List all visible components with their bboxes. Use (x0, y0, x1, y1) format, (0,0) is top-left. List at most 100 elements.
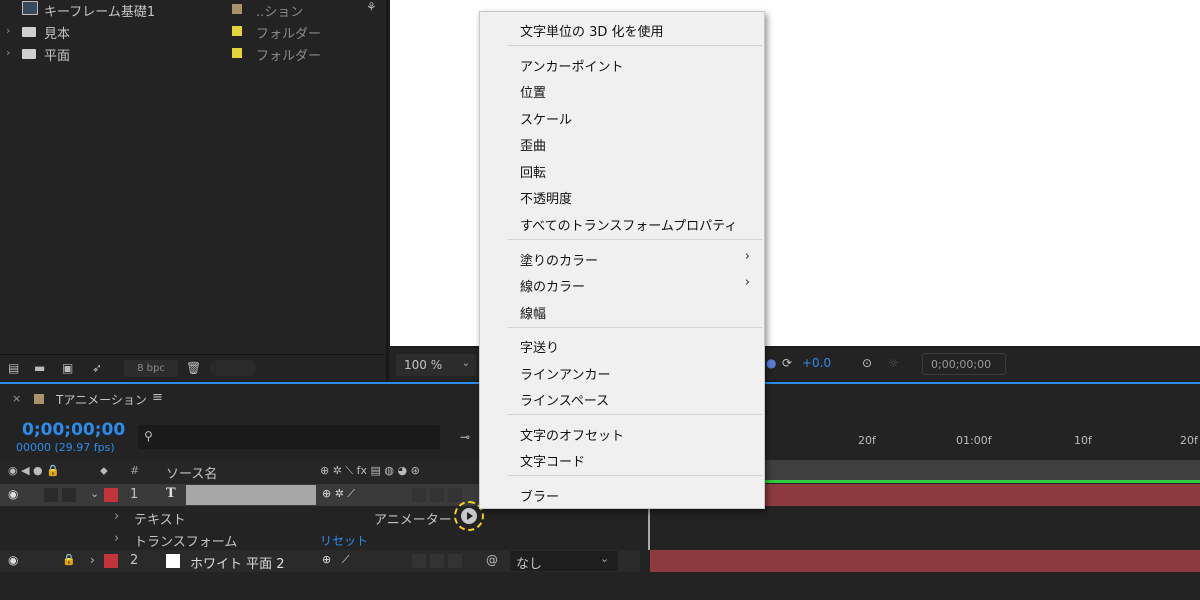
menu-item[interactable]: アンカーポイント (480, 51, 764, 76)
comp-flowchart-icon[interactable]: ⊸ (460, 430, 470, 444)
menu-item[interactable]: ラインスペース (480, 385, 764, 410)
menu-item-label: 文字のオフセット (520, 429, 625, 444)
thumbnail-slider[interactable] (210, 360, 256, 376)
zoom-dropdown[interactable]: 100 % ⌄ (396, 354, 476, 376)
project-item-folder[interactable]: › 平面 フォルダー (0, 42, 386, 64)
menu-item[interactable]: すべてのトランスフォームプロパティ (480, 210, 764, 235)
menu-item[interactable]: 不透明度 (480, 183, 764, 208)
layer-row[interactable]: ◉ 🔒 › 2 ホワイト 平面 2 ⊕ ⟋ @ なし ⌄ (0, 550, 640, 572)
menu-item-label: 線幅 (520, 307, 547, 322)
project-item-name: 見本 (44, 27, 71, 42)
folder-icon (22, 49, 36, 59)
exposure-value[interactable]: +0.0 (802, 356, 831, 370)
animator-label: アニメーター (374, 513, 452, 528)
solo-toggle[interactable] (44, 488, 58, 502)
switch-box[interactable] (412, 488, 426, 502)
chevron-right-icon[interactable]: › (90, 553, 95, 567)
switch-icons[interactable]: ⊕ ✲ ⟋ (322, 487, 355, 501)
composition-icon (22, 1, 38, 15)
menu-item-label: 文字単位の 3D 化を使用 (520, 25, 664, 40)
menu-item[interactable]: 位置 (480, 77, 764, 102)
layer-search-input[interactable]: ⚲ (138, 425, 440, 449)
layer-label-color[interactable] (104, 554, 118, 568)
switch-box[interactable] (448, 554, 462, 568)
render-queue-icon[interactable]: ➶ (92, 362, 108, 374)
menu-item-label: ブラー (520, 490, 560, 505)
close-icon[interactable]: × (12, 392, 21, 405)
timeline-tab[interactable]: × Tアニメーション ≡ (0, 384, 300, 414)
switch-box[interactable] (430, 554, 444, 568)
layer-name[interactable]: ホワイト 平面 2 (190, 553, 285, 572)
reset-link[interactable]: リセット (320, 532, 368, 549)
property-group-row[interactable]: › テキスト アニメーター (0, 506, 640, 528)
ruler-tick: 20f (858, 434, 876, 447)
chevron-down-icon: ⌄ (600, 552, 610, 565)
viewer-timecode[interactable]: 0;00;00;00 (922, 353, 1006, 375)
text-layer-icon: T (166, 486, 176, 501)
project-item-name: 平面 (44, 49, 71, 64)
animator-play-icon[interactable] (461, 508, 477, 524)
switch-box[interactable] (448, 488, 462, 502)
bpc-button[interactable]: 8 bpc (124, 360, 178, 377)
chevron-down-icon: ⌄ (461, 358, 470, 369)
menu-separator (508, 475, 762, 476)
menu-item-label: 字送り (520, 341, 560, 356)
source-name-column-header[interactable]: ソース名 (166, 463, 217, 482)
menu-item[interactable]: 文字単位の 3D 化を使用 (480, 16, 764, 41)
property-group-row[interactable]: › トランスフォーム リセット (0, 528, 640, 550)
menu-item[interactable]: 文字のオフセット (480, 420, 764, 445)
lock-toggle[interactable] (62, 488, 76, 502)
chevron-right-icon[interactable]: › (114, 509, 119, 524)
animator-context-menu: 文字単位の 3D 化を使用 アンカーポイント 位置 スケール 歪曲 回転 不透明… (479, 11, 765, 509)
project-item-type: フォルダー (256, 27, 322, 42)
chevron-right-icon: › (744, 249, 750, 264)
menu-item[interactable]: ブラー (480, 481, 764, 506)
chevron-right-icon: › (744, 275, 750, 290)
reset-exposure-icon[interactable]: ⟳ (782, 356, 792, 370)
menu-item[interactable]: 線のカラー › (480, 271, 764, 296)
menu-item[interactable]: ラインアンカー (480, 359, 764, 384)
new-folder-icon[interactable]: ▬ (34, 362, 50, 374)
show-snapshot-icon[interactable]: ☼ (888, 356, 899, 370)
chevron-right-icon[interactable]: › (6, 46, 10, 59)
switch-box[interactable] (412, 554, 426, 568)
menu-separator (508, 45, 762, 46)
zoom-value: 100 % (404, 358, 443, 372)
eye-icon[interactable]: ◉ (8, 553, 18, 567)
project-item-comp[interactable]: キーフレーム基礎1 ..ション ⚘ (0, 0, 386, 20)
flowchart-icon[interactable]: ⚘ (366, 0, 377, 14)
menu-item[interactable]: 塗りのカラー › (480, 245, 764, 270)
parent-dropdown[interactable]: なし ⌄ (510, 551, 618, 572)
layer-index: 1 (130, 487, 139, 502)
chevron-right-icon[interactable]: › (6, 24, 10, 37)
layer-name-field[interactable] (186, 485, 316, 505)
interpret-footage-icon[interactable]: ▤ (8, 362, 24, 374)
menu-item[interactable]: スケール (480, 104, 764, 129)
color-channel-icon[interactable]: ● (766, 356, 776, 370)
menu-item[interactable]: 歪曲 (480, 130, 764, 155)
switch-box[interactable] (430, 488, 444, 502)
lock-icon[interactable]: 🔒 (62, 553, 76, 566)
menu-item[interactable]: 字送り (480, 332, 764, 357)
trash-icon[interactable]: 🗑 (186, 362, 202, 374)
layer-duration-bar[interactable] (650, 550, 1200, 572)
menu-item[interactable]: 文字コード (480, 446, 764, 471)
eye-icon[interactable]: ◉ (8, 487, 18, 501)
layer-label-color[interactable] (104, 488, 118, 502)
menu-item[interactable]: 回転 (480, 157, 764, 182)
chevron-down-icon[interactable]: ⌄ (90, 487, 99, 500)
current-time-display[interactable]: 0;00;00;00 (22, 420, 125, 440)
menu-icon[interactable]: ≡ (152, 390, 163, 405)
new-composition-icon[interactable]: ▣ (62, 362, 78, 374)
tab-title: Tアニメーション (56, 393, 147, 407)
parent-value: なし (516, 557, 543, 572)
switch-icons[interactable]: ⊕ ⟋ (322, 553, 349, 567)
chevron-right-icon[interactable]: › (114, 531, 119, 546)
current-time-indicator[interactable] (648, 506, 650, 550)
project-item-folder[interactable]: › 見本 フォルダー (0, 20, 386, 42)
pick-whip-icon[interactable]: @ (486, 553, 498, 567)
project-panel: キーフレーム基礎1 ..ション ⚘ › 見本 フォルダー › 平面 フォルダー … (0, 0, 388, 380)
camera-icon[interactable]: ⊙ (862, 356, 872, 370)
menu-item[interactable]: 線幅 (480, 298, 764, 323)
menu-item-label: 回転 (520, 166, 547, 181)
